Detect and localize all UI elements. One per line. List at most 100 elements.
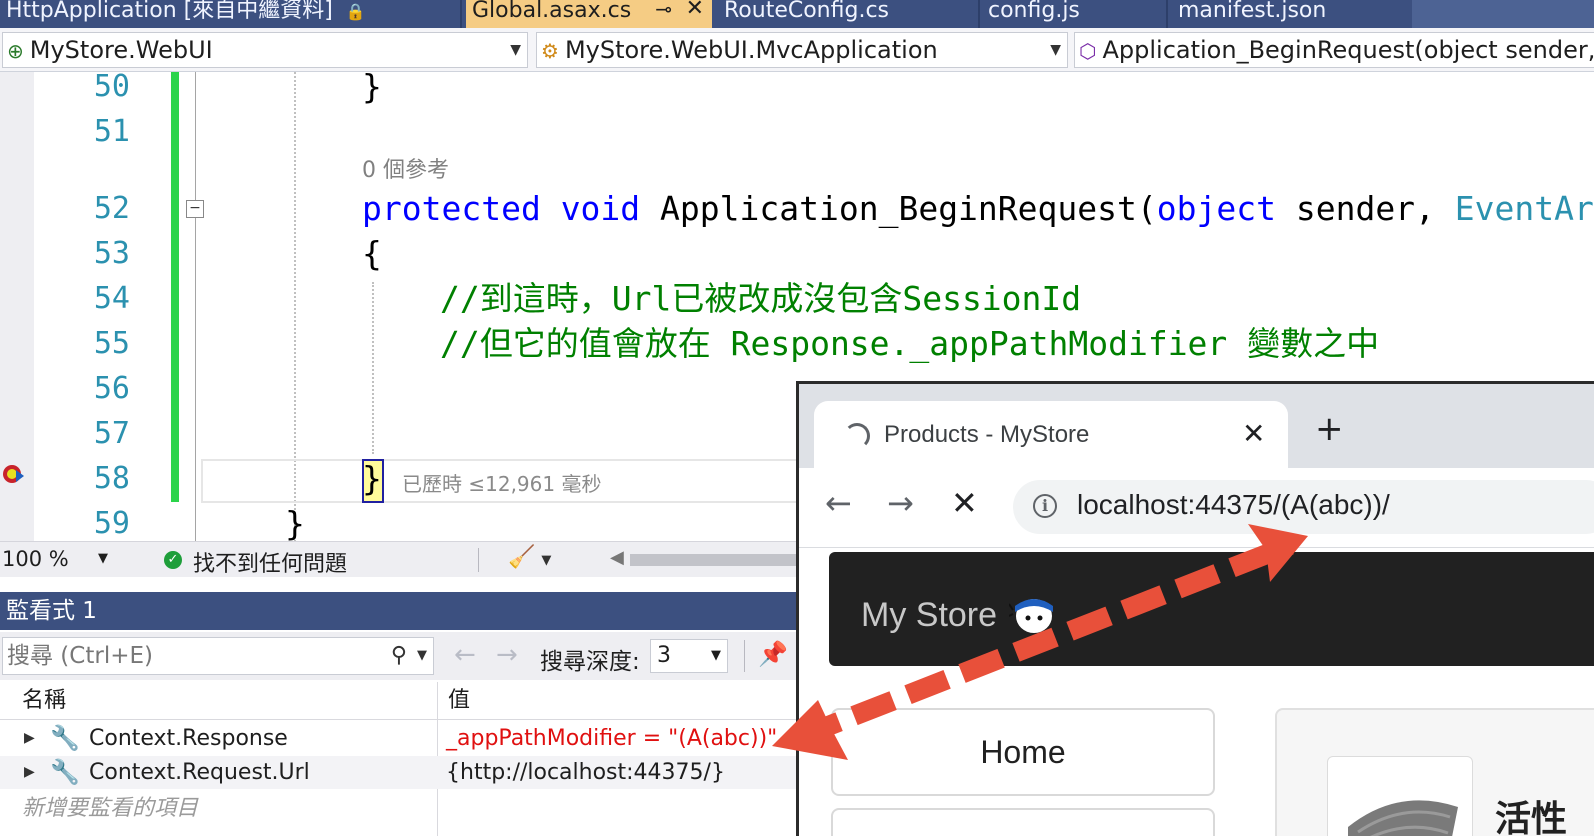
member-label: Application_BeginRequest(object sender, [1102, 36, 1594, 64]
perf-tip: 已歷時 ≤12,961 毫秒 [402, 472, 602, 496]
project-label: MyStore.WebUI [29, 36, 213, 64]
browser-tab[interactable]: Products - MyStore ✕ [814, 401, 1288, 468]
back-button[interactable]: ← [825, 484, 852, 522]
browser-tab-strip: Products - MyStore ✕ + [799, 384, 1594, 468]
breakpoint-current-statement-icon[interactable] [2, 462, 26, 486]
class-dropdown[interactable]: ⚙ MyStore.WebUI.MvcApplication ▼ [536, 32, 1068, 68]
watch-value[interactable]: {http://localhost:44375/} [446, 756, 725, 789]
tab-httpapplication[interactable]: HttpApplication [來自中繼資料] 🔒 [0, 0, 460, 28]
add-watch-item[interactable]: 新增要監看的項目 [22, 790, 198, 822]
method-name: Application_BeginRequest( [660, 189, 1157, 228]
tab-label: RouteConfig.cs [724, 0, 889, 23]
divider [478, 548, 479, 572]
watch-value[interactable]: _appPathModifier = "(A(abc))" [446, 722, 777, 755]
tab-label: HttpApplication [來自中繼資料] [6, 0, 333, 23]
code-line-54-comment[interactable]: //到這時，Url已被改成沒包含SessionId [440, 276, 1081, 322]
line-number: 50 [93, 72, 130, 104]
column-header-name[interactable]: 名稱 [0, 682, 437, 720]
chevron-down-icon: ▼ [711, 648, 721, 663]
search-next-icon[interactable]: → [496, 640, 518, 670]
codelens-references[interactable]: 0 個參考 [362, 152, 449, 184]
property-wrench-icon: 🔧 [50, 758, 80, 786]
collapse-icon[interactable]: − [186, 200, 204, 218]
horizontal-scrollbar[interactable] [630, 554, 810, 566]
tab-overflow[interactable] [1412, 0, 1594, 28]
tab-global-asax-cs[interactable]: Global.asax.cs ⊸ ✕ [466, 0, 712, 28]
line-number: 54 [93, 281, 130, 316]
line-number: 55 [93, 326, 130, 361]
search-placeholder: 搜尋 (Ctrl+E) [7, 643, 153, 669]
tab-label: config.js [988, 0, 1080, 23]
line-number: 56 [93, 371, 130, 406]
pin-icon[interactable]: 📌 [758, 640, 788, 668]
product-card[interactable]: 活性 [1275, 708, 1594, 836]
tab-config-js[interactable]: config.js [982, 0, 1164, 28]
document-tab-bar: HttpApplication [來自中繼資料] 🔒 Global.asax.c… [0, 0, 1594, 28]
search-depth-dropdown[interactable]: 3 ▼ [650, 639, 728, 673]
keyword: protected [362, 189, 541, 228]
stop-loading-button[interactable]: ✕ [951, 484, 978, 522]
tab-label: manifest.json [1178, 0, 1327, 23]
code-cleanup-icon[interactable]: 🧹 ▼ [508, 545, 551, 570]
code-line-52[interactable]: protected void Application_BeginRequest(… [362, 186, 1594, 232]
scroll-left-icon[interactable]: ◀ [610, 547, 624, 568]
divider [744, 640, 745, 672]
keyword: void [560, 189, 641, 228]
code-line-50[interactable]: } [362, 72, 382, 110]
line-number: 52 [93, 191, 130, 226]
address-bar[interactable]: i localhost:44375/(A(abc))/ [1013, 480, 1594, 534]
type-name: EventAr [1454, 189, 1594, 228]
close-tab-button[interactable]: ✕ [686, 0, 704, 20]
navigation-bar: ⊕ MyStore.WebUI ▼ ⚙ MyStore.WebUI.MvcAppli… [0, 28, 1594, 72]
close-tab-button[interactable]: ✕ [1242, 417, 1265, 450]
mascot-logo-icon [1009, 599, 1053, 633]
product-image[interactable] [1327, 756, 1473, 836]
issues-status[interactable]: 找不到任何問題 [193, 546, 347, 578]
zoom-dropdown[interactable]: 100 % ▼ [2, 545, 114, 573]
tab-routeconfig-cs[interactable]: RouteConfig.cs [718, 0, 978, 28]
outline-line [195, 72, 196, 550]
watch-name: Context.Response [89, 726, 288, 751]
line-number: 57 [93, 416, 130, 451]
code-line-58[interactable]: } [362, 456, 382, 502]
nav-button[interactable] [831, 808, 1215, 836]
forward-button[interactable]: → [887, 484, 914, 522]
tab-manifest-json[interactable]: manifest.json [1172, 0, 1410, 28]
face-mask-image [1348, 800, 1458, 836]
search-depth-value: 3 [657, 643, 671, 668]
expand-icon[interactable]: ▶ [24, 722, 35, 755]
browser-window: Products - MyStore ✕ + ← → ✕ i localhost… [796, 381, 1594, 836]
project-dropdown[interactable]: ⊕ MyStore.WebUI ▼ [2, 32, 528, 68]
web-project-icon: ⊕ [7, 39, 24, 63]
indent-guide [372, 282, 374, 454]
web-page: My Store Home 活性 [799, 548, 1594, 836]
lock-icon: 🔒 [345, 2, 366, 21]
zoom-value: 100 % [2, 547, 69, 571]
url-text[interactable]: localhost:44375/(A(abc))/ [1077, 489, 1390, 521]
loading-spinner-icon [844, 423, 870, 449]
site-info-icon[interactable]: i [1033, 494, 1057, 518]
change-tracking-bar [171, 72, 179, 502]
method-icon: ⬡ [1079, 39, 1097, 63]
class-label: MyStore.WebUI.MvcApplication [564, 36, 938, 64]
expand-icon[interactable]: ▶ [24, 756, 35, 789]
member-dropdown[interactable]: ⬡ Application_BeginRequest(object sender, [1074, 32, 1594, 68]
check-circle-icon: ✓ [164, 551, 182, 569]
home-button[interactable]: Home [831, 708, 1215, 796]
new-tab-button[interactable]: + [1315, 412, 1344, 446]
code-line-53[interactable]: { [362, 231, 382, 277]
line-number: 51 [93, 114, 130, 149]
product-title[interactable]: 活性 [1495, 790, 1567, 836]
watch-name: Context.Request.Url [89, 760, 310, 785]
brand-link[interactable]: My Store [861, 596, 997, 635]
pin-icon[interactable]: ⊸ [655, 0, 672, 20]
search-previous-icon[interactable]: ← [454, 640, 476, 670]
line-number: 53 [93, 236, 130, 271]
search-icon[interactable]: ⚲ [391, 638, 407, 674]
chevron-down-icon[interactable]: ▼ [417, 638, 427, 674]
code-line-55-comment[interactable]: //但它的值會放在 Response._appPathModifier 變數之中 [440, 321, 1379, 367]
watch-search-input[interactable]: 搜尋 (Ctrl+E) ⚲ ▼ [2, 637, 434, 675]
browser-toolbar: ← → ✕ i localhost:44375/(A(abc))/ [799, 468, 1594, 548]
chevron-down-icon: ▼ [98, 551, 108, 566]
keyword: object [1156, 189, 1276, 228]
